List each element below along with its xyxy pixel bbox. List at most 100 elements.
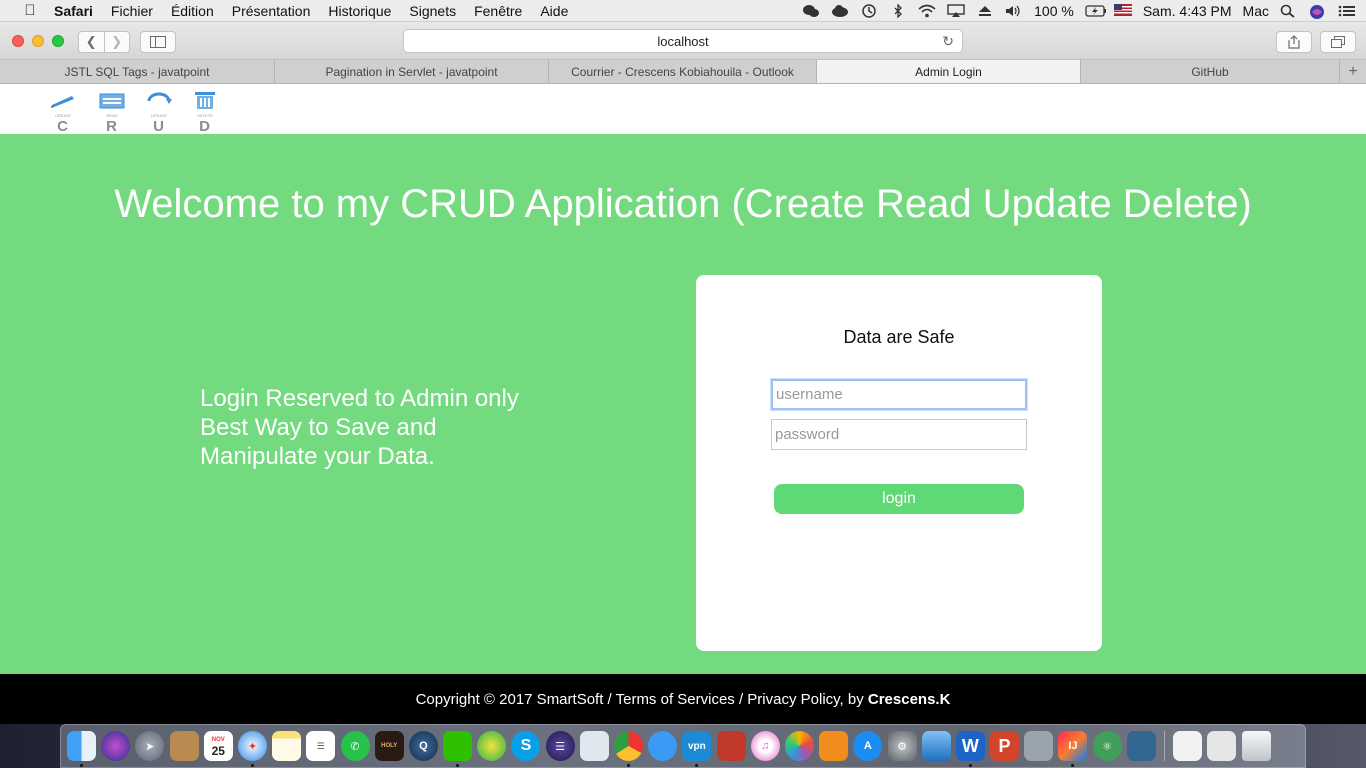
cloud-icon[interactable] [831, 4, 849, 18]
bible-icon[interactable]: HOLY [374, 731, 404, 761]
menu-historique[interactable]: Historique [328, 3, 391, 19]
show-tabs-button[interactable] [1320, 31, 1356, 53]
menu-app-safari[interactable]: Safari [54, 3, 93, 19]
ibooks-icon[interactable] [819, 731, 849, 761]
quicktime-icon[interactable]: Q [408, 731, 438, 761]
tab-admin-login[interactable]: Admin Login [817, 60, 1081, 83]
safari-icon[interactable]: ✦ [237, 731, 267, 767]
tagline: Login Reserved to Admin only Best Way to… [200, 384, 519, 471]
battery-percent: 100 % [1034, 3, 1074, 19]
powerpoint-icon[interactable]: P [990, 731, 1020, 761]
reload-icon[interactable]: ↻ [942, 33, 954, 50]
notes-icon[interactable] [272, 731, 302, 761]
share-button[interactable] [1276, 31, 1312, 53]
tab-outlook[interactable]: Courrier - Crescens Kobiahouila - Outloo… [549, 60, 817, 83]
create-pencil-icon [50, 88, 76, 110]
finder-window-icon[interactable] [1173, 731, 1203, 761]
sidebar-icon [150, 36, 166, 48]
window-fullscreen-button[interactable] [52, 35, 64, 47]
launchpad-icon[interactable]: ➤ [135, 731, 165, 761]
trash-icon[interactable] [1241, 731, 1271, 761]
contacts-icon[interactable] [169, 731, 199, 761]
nav-buttons: ❮ ❯ [78, 31, 130, 53]
new-tab-button[interactable]: + [1340, 60, 1366, 83]
address-bar[interactable]: localhost ↻ [403, 29, 963, 53]
page-content: CREATE READ UPDATE DELETE C R U D Welcom… [0, 84, 1366, 724]
screen-icon[interactable] [1207, 731, 1237, 761]
battery-icon[interactable] [1085, 4, 1106, 18]
app-store-icon[interactable]: A [853, 731, 883, 761]
welcome-heading: Welcome to my CRUD Application (Create R… [114, 182, 1252, 226]
spotlight-search-icon[interactable] [1280, 4, 1298, 18]
logo-strip: CREATE READ UPDATE DELETE C R U D [0, 84, 1366, 135]
photo-booth-icon[interactable] [716, 731, 746, 761]
wechat-icon[interactable] [443, 731, 473, 767]
share-icon [1288, 35, 1300, 49]
whatsapp-icon[interactable]: ✆ [340, 731, 370, 761]
atom-icon[interactable]: ⚛ [1092, 731, 1122, 761]
menu-edition[interactable]: Édition [171, 3, 214, 19]
vpn-icon[interactable]: vpn [682, 731, 712, 767]
photos-icon[interactable] [784, 731, 814, 761]
login-button[interactable]: login [774, 484, 1024, 514]
wifi-icon[interactable] [918, 4, 936, 18]
tagline-line-3: Manipulate your Data. [200, 443, 435, 470]
skype-icon[interactable]: S [511, 731, 541, 761]
menubar-clock[interactable]: Sam. 4:43 PM [1143, 3, 1232, 19]
eclipse-icon[interactable]: ☰ [545, 731, 575, 761]
password-input[interactable] [771, 419, 1027, 450]
siri-menubar-icon[interactable] [1309, 4, 1327, 19]
time-machine-icon[interactable] [860, 4, 878, 18]
card-title: Data are Safe [843, 327, 955, 347]
system-preferences-icon[interactable]: ⚙ [887, 731, 917, 761]
xcode-icon[interactable] [921, 731, 951, 761]
menubar-user[interactable]: Mac [1243, 3, 1269, 19]
tab-github[interactable]: GitHub [1081, 60, 1340, 83]
reminders-icon[interactable]: ☰ [306, 731, 336, 761]
crud-logo[interactable]: CREATE READ UPDATE DELETE C R U D [44, 88, 224, 135]
bluetooth-icon[interactable] [889, 4, 907, 18]
intellij-icon[interactable]: IJ [1058, 731, 1088, 767]
itunes-icon[interactable]: ♫ [750, 731, 780, 761]
read-screen-icon [99, 88, 125, 110]
logo-letter-c: C [57, 118, 69, 135]
app-icon[interactable] [477, 731, 507, 761]
us-flag-icon[interactable] [1113, 4, 1132, 18]
postgres-icon[interactable] [1126, 731, 1156, 761]
menu-presentation[interactable]: Présentation [232, 3, 311, 19]
menu-fichier[interactable]: Fichier [111, 3, 153, 19]
menu-fenetre[interactable]: Fenêtre [474, 3, 522, 19]
username-input[interactable] [771, 379, 1027, 410]
chrome-icon[interactable] [614, 731, 643, 767]
finder-icon[interactable] [67, 731, 96, 767]
messages-icon[interactable] [648, 731, 678, 761]
back-icon[interactable]: ❮ [79, 34, 104, 50]
address-text: localhost [657, 33, 709, 49]
apple-icon[interactable]:  [22, 2, 38, 19]
tabs-overview-icon [1331, 36, 1345, 48]
menu-signets[interactable]: Signets [409, 3, 456, 19]
siri-icon[interactable] [101, 731, 131, 761]
tab-jstl-sql[interactable]: JSTL SQL Tags - javatpoint [0, 60, 275, 83]
menu-aide[interactable]: Aide [540, 3, 568, 19]
tab-bar: JSTL SQL Tags - javatpoint Pagination in… [0, 60, 1366, 84]
volume-icon[interactable] [1005, 4, 1023, 18]
network-icon[interactable] [1024, 731, 1054, 761]
window-close-button[interactable] [12, 35, 24, 47]
preview-icon[interactable] [579, 731, 609, 761]
airplay-icon[interactable] [947, 4, 965, 18]
word-icon[interactable]: W [955, 731, 985, 767]
sidebar-toggle-button[interactable] [140, 31, 176, 53]
calendar-icon[interactable]: NOV 25 [203, 731, 233, 761]
logo-letter-u: U [153, 118, 165, 135]
eject-icon[interactable] [976, 4, 994, 18]
dock: ➤ NOV 25 ✦ ☰ ✆ HOLY Q S ☰ vpn ♫ A ⚙ W P I… [60, 724, 1306, 768]
desktop-dock-area: ➤ NOV 25 ✦ ☰ ✆ HOLY Q S ☰ vpn ♫ A ⚙ W P I… [0, 724, 1366, 768]
tab-pagination[interactable]: Pagination in Servlet - javatpoint [275, 60, 549, 83]
wechat-status-icon[interactable] [802, 4, 820, 18]
notification-center-icon[interactable] [1338, 4, 1356, 18]
footer: Copyright © 2017 SmartSoft / Terms of Se… [0, 674, 1366, 724]
forward-icon[interactable]: ❯ [105, 34, 130, 50]
window-minimize-button[interactable] [32, 35, 44, 47]
login-card: Data are Safe login [696, 275, 1102, 651]
